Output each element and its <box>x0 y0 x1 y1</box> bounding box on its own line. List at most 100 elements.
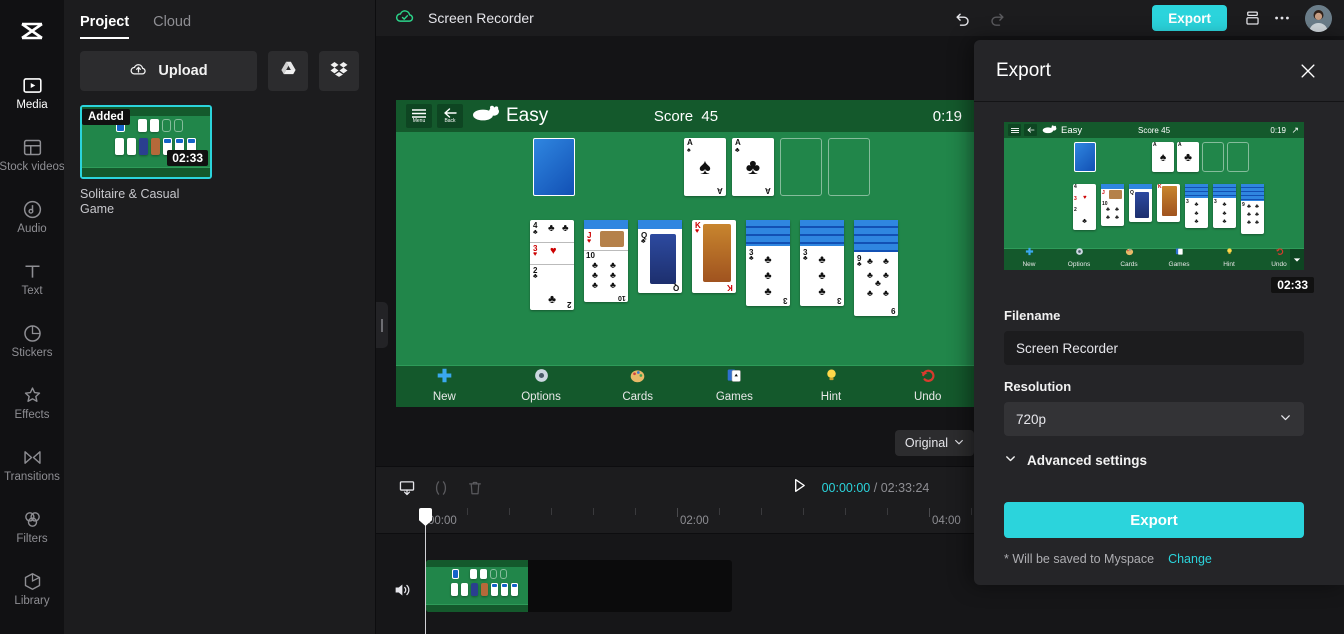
game-tableau-col-2[interactable]: J ♥ 10 ♣ ♣ ♣ ♣ ♣ ♣ 10 <box>584 220 628 302</box>
capcut-logo-icon[interactable] <box>9 10 55 56</box>
layers-icon[interactable] <box>1237 3 1267 33</box>
game-tableau-col-5[interactable]: 3 ♣ ♣ ♣ ♣ 3 <box>746 220 790 306</box>
game-foundation-empty-1[interactable] <box>780 138 822 196</box>
app-header: Screen Recorder Export <box>376 0 1344 36</box>
game-btn-games[interactable]: Games <box>686 367 783 403</box>
game-tableau-col-4[interactable]: K ♥ K <box>692 220 736 293</box>
export-preview-timer: 0:19 <box>1270 125 1286 135</box>
user-avatar[interactable] <box>1305 4 1332 32</box>
play-icon[interactable] <box>791 477 808 499</box>
ruler-label-1: 02:00 <box>680 515 709 527</box>
filename-input[interactable] <box>1004 331 1304 365</box>
game-btn-undo[interactable]: Undo <box>879 367 976 403</box>
tab-cloud[interactable]: Cloud <box>153 8 191 39</box>
export-game-options: Options <box>1067 261 1091 268</box>
sidebar-item-stock-videos[interactable]: Stock videos <box>0 124 65 186</box>
timeline-playhead[interactable] <box>419 508 432 634</box>
game-foundation-spade[interactable]: A ♠ ♠ A <box>684 138 726 196</box>
game-stock-card[interactable] <box>533 138 575 196</box>
export-preview-score: Score 45 <box>1137 125 1171 135</box>
video-preview-frame[interactable]: Menu Back Easy Score 45 0:19 A ♠ ♠ A A ♣… <box>396 100 976 407</box>
audio-icon <box>22 198 43 220</box>
game-btn-cards[interactable]: Cards <box>589 367 686 403</box>
fit-to-screen-icon[interactable] <box>390 473 424 503</box>
upload-row: Upload <box>64 39 375 91</box>
game-expand-toolbar-icon[interactable] <box>1290 249 1304 270</box>
game-btn-undo-label: Undo <box>913 391 942 403</box>
sidebar-item-filters[interactable]: Filters <box>0 496 64 558</box>
game-btn-new[interactable]: New <box>396 367 493 403</box>
effects-icon <box>22 384 43 406</box>
sidebar-item-media[interactable]: Media <box>0 62 64 124</box>
upload-button[interactable]: Upload <box>80 51 257 91</box>
sidebar-item-text[interactable]: Text <box>0 248 64 310</box>
media-icon <box>22 74 43 96</box>
library-icon <box>22 570 43 592</box>
export-preview-thumbnail: Easy Score 45 0:19 ↗ A ♠ A ♣ 4 3 ♥ 2 ♣ J 10 ♣ ♣ ♣ ♣… <box>1004 122 1304 270</box>
game-btn-cards-label: Cards <box>622 391 654 403</box>
dropbox-button[interactable] <box>319 51 359 91</box>
game-back-button[interactable]: Back <box>437 104 463 128</box>
filename-label: Filename <box>1004 308 1061 323</box>
transitions-icon <box>22 446 43 468</box>
game-btn-hint[interactable]: Hint <box>783 367 880 403</box>
export-confirm-button[interactable]: Export <box>1004 502 1304 538</box>
google-drive-button[interactable] <box>268 51 308 91</box>
timeline-clip[interactable] <box>426 560 732 612</box>
export-game-hint: Hint <box>1223 261 1235 268</box>
export-panel: Export Easy Score 45 0:19 ↗ A ♠ A ♣ 4 3 … <box>974 40 1344 585</box>
panel-collapse-handle[interactable] <box>376 302 388 348</box>
fullscreen-icon: ↗ <box>1291 124 1299 135</box>
sidebar-item-stickers[interactable]: Stickers <box>0 310 64 372</box>
sidebar-item-transitions[interactable]: Transitions <box>0 434 64 496</box>
export-game-undo: Undo <box>1271 261 1287 268</box>
export-game-new: New <box>1022 261 1036 268</box>
export-panel-body: Easy Score 45 0:19 ↗ A ♠ A ♣ 4 3 ♥ 2 ♣ J 10 ♣ ♣ ♣ ♣… <box>974 102 1344 566</box>
cloud-saved-icon[interactable] <box>394 5 416 32</box>
project-title[interactable]: Screen Recorder <box>428 10 534 26</box>
media-duration-badge: 02:33 <box>167 150 208 166</box>
export-panel-header: Export <box>974 40 1344 102</box>
export-button-header[interactable]: Export <box>1152 5 1227 31</box>
close-icon[interactable] <box>1294 57 1322 85</box>
game-tableau-col-1[interactable]: 4 ♣ ♣ ♣ 3 ♥ ♥ 2 ♣ ♣ 2 <box>530 220 574 310</box>
sidebar-item-effects[interactable]: Effects <box>0 372 64 434</box>
undo-icon[interactable] <box>948 3 978 33</box>
game-tableau-col-6[interactable]: 3 ♣ ♣ ♣ ♣ 3 <box>800 220 844 306</box>
sidebar-item-library[interactable]: Library <box>0 558 64 620</box>
media-item-solitaire[interactable]: Added 02:33 Solitaire & Casual Game <box>80 105 212 217</box>
export-game-cards: Cards <box>1120 261 1138 268</box>
delete-icon[interactable] <box>458 473 492 503</box>
media-thumbnail[interactable]: Added 02:33 <box>80 105 212 179</box>
sidebar-label-stock-videos: Stock videos <box>0 161 65 173</box>
advanced-settings-toggle[interactable]: Advanced settings <box>1004 452 1314 468</box>
speaker-icon[interactable] <box>392 580 412 605</box>
game-tableau-col-7[interactable]: 9 ♣ ♣ ♣ ♣ ♣ ♣ ♣ ♣ 9 <box>854 220 898 316</box>
game-btn-options[interactable]: Options <box>493 367 590 403</box>
media-item-name: Solitaire & Casual Game <box>80 187 180 216</box>
game-tableau-col-3[interactable]: Q ♣ Q <box>638 220 682 293</box>
export-save-note: * Will be saved to Myspace <box>1004 552 1155 566</box>
more-options-icon[interactable] <box>1267 3 1297 33</box>
change-save-location-link[interactable]: Change <box>1168 552 1212 566</box>
capcut-editor-window: Media Stock videos Audio Text Stickers E… <box>0 0 1344 634</box>
media-panel: Project Cloud Upload Added 02:33 Solitai… <box>64 0 376 634</box>
game-back-label: Back <box>444 118 456 124</box>
cards-icon <box>726 367 743 389</box>
split-icon[interactable] <box>424 473 458 503</box>
aspect-ratio-button[interactable]: Original <box>894 430 974 456</box>
export-preview-duration-wrap: 02:33 <box>1004 276 1314 294</box>
game-menu-button[interactable]: Menu <box>406 104 432 128</box>
game-foundation-empty-2[interactable] <box>828 138 870 196</box>
export-panel-title: Export <box>996 59 1051 81</box>
tab-project[interactable]: Project <box>80 8 130 39</box>
resolution-select[interactable]: 720p <box>1004 402 1304 436</box>
game-bottom-toolbar: New Options Cards Games Hint Undo <box>396 365 976 407</box>
current-time: 00:00:00 <box>821 480 871 495</box>
sidebar-item-audio[interactable]: Audio <box>0 186 64 248</box>
game-foundation-club[interactable]: A ♣ ♣ A <box>732 138 774 196</box>
ruler-label-0: 00:00 <box>428 515 457 527</box>
media-grid: Added 02:33 Solitaire & Casual Game <box>64 91 375 217</box>
stickers-icon <box>22 322 43 344</box>
sidebar-label-transitions: Transitions <box>4 471 60 483</box>
